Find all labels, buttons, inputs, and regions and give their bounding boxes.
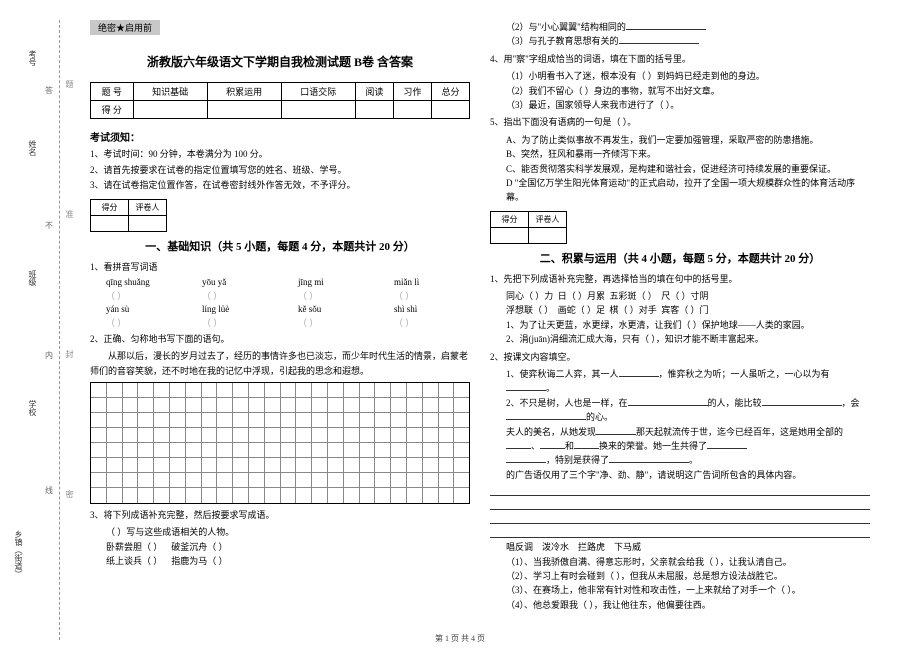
binding-field-town: 乡镇（街道） (13, 530, 24, 578)
paper-title: 浙教版六年级语文下学期自我检测试题 B卷 含答案 (90, 53, 470, 70)
seal-mark: 准 (64, 210, 75, 218)
seal-mark: 封 (64, 350, 75, 358)
part-score-box: 得分评卷人 (90, 199, 167, 232)
q4: 4、用"察"字组成恰当的词语，填在下面的括号里。 (490, 52, 870, 66)
seal-char: 不 (45, 220, 53, 231)
pinyin-row: yán sùlíng lüèkě sǒushì shì (106, 304, 470, 314)
notes-list: 1、考试时间：90 分钟，本卷满分为 100 分。 2、请首先按要求在试卷的指定… (90, 148, 470, 193)
secret-label: 绝密★启用前 (90, 20, 160, 35)
column-left: 绝密★启用前 浙教版六年级语文下学期自我检测试题 B卷 含答案 题 号 知识基础… (80, 20, 480, 640)
p2q1: 1、先把下列成语补充完整，再选择恰当的填在句中的括号里。 (490, 272, 870, 286)
part1-title: 一、基础知识（共 5 小题，每题 4 分，本题共计 20 分） (90, 238, 470, 254)
th: 口语交际 (281, 83, 355, 101)
seal-char: 内 (45, 350, 53, 361)
th: 积累运用 (207, 83, 281, 101)
th: 题 号 (91, 83, 134, 101)
note-item: 3、请在试卷指定位置作答，在试卷密封线外作答无效，不予评分。 (90, 179, 470, 193)
seal-mark: 密 (64, 490, 75, 498)
binding-field-school: 学校 (27, 400, 38, 416)
gutter: 题 准 封 密 (60, 20, 80, 640)
writing-grid (90, 382, 470, 504)
q1: 1、看拼音写词语 (90, 260, 470, 274)
column-right: （2）与"小心翼翼"结构相同的 （3）与孔子教育思想有关的 4、用"察"字组成恰… (480, 20, 880, 640)
note-item: 1、考试时间：90 分钟，本卷满分为 100 分。 (90, 148, 470, 162)
part-score-box: 得分评卷人 (490, 211, 567, 244)
answer-line (490, 512, 870, 524)
seal-mark: 题 (64, 80, 75, 88)
q3-sub: （ ）写与这些成语相关的人物。 (106, 525, 470, 539)
answer-line (490, 498, 870, 510)
th: 阅读 (355, 83, 393, 101)
q3: 3、将下列成语补充完整，然后按要求写成语。 (90, 508, 470, 522)
note-item: 2、请首先按要求在试卷的指定位置填写您的姓名、班级、学号。 (90, 164, 470, 178)
pinyin-row: qīng shuǎngyōu yǎjīng mìmiǎn lì (106, 277, 470, 287)
part2-title: 二、积累与运用（共 4 小题，每题 5 分，本题共计 20 分） (490, 250, 870, 266)
td: 得 分 (91, 101, 134, 119)
page-footer: 第 1 页 共 4 页 (0, 633, 920, 644)
binding-column: 考号 姓名 班级 学校 乡镇（街道） 答 不 内 线 (5, 20, 60, 640)
seal-char: 线 (45, 485, 53, 496)
binding-field-class: 班级 (27, 270, 38, 286)
p2q2: 2、按课文内容填空。 (490, 350, 870, 364)
q5: 5、指出下面没有语病的一句是（ ）。 (490, 115, 870, 129)
binding-field-name: 姓名 (27, 140, 38, 156)
seal-char: 答 (45, 85, 53, 96)
answer-line (490, 484, 870, 496)
th: 总分 (431, 83, 469, 101)
answer-line (490, 526, 870, 538)
score-table: 题 号 知识基础 积累运用 口语交际 阅读 习作 总分 得 分 (90, 82, 470, 119)
q2-text: 从那以后，漫长的岁月过去了，经历的事情许多也已淡忘，而少年时代生活的情景，启蒙老… (90, 349, 470, 378)
th: 知识基础 (133, 83, 207, 101)
th: 习作 (393, 83, 431, 101)
q2: 2、正确、匀称地书写下面的语句。 (90, 332, 470, 346)
binding-field-examno: 考号 (27, 50, 38, 66)
notes-title: 考试须知： (90, 129, 470, 144)
